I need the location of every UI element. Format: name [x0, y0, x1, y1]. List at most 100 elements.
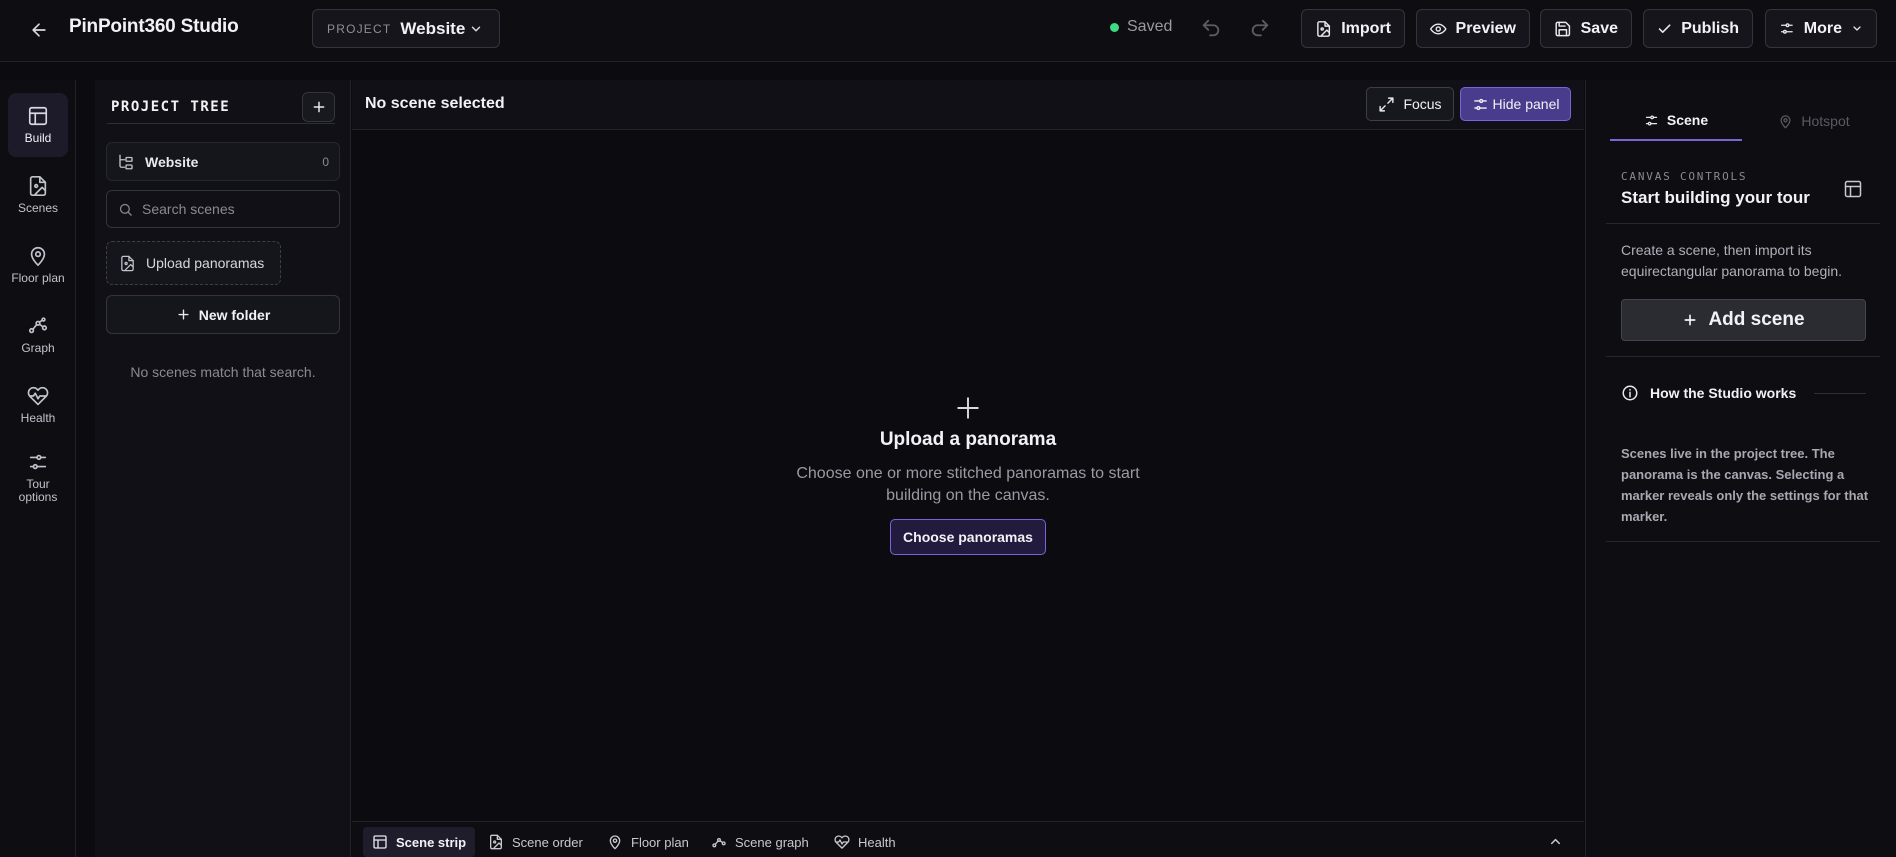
- bottom-bar: Scene strip Scene order Floor plan Scene…: [352, 821, 1584, 857]
- bottom-tab-label: Scene order: [512, 834, 583, 850]
- rail-item-graph[interactable]: Graph: [8, 303, 68, 367]
- folder-tree-icon: [119, 154, 133, 169]
- new-folder-label: New folder: [198, 306, 271, 323]
- chevron-down-icon: [471, 26, 481, 32]
- layout-icon: [373, 835, 387, 849]
- rail-item-scenes[interactable]: Scenes: [8, 163, 68, 227]
- bottom-tab-floor-plan[interactable]: Floor plan: [598, 827, 698, 857]
- rail-label-tour-options: Tour options: [18, 476, 58, 504]
- import-button[interactable]: Import: [1301, 9, 1405, 48]
- publish-button[interactable]: Publish: [1643, 9, 1753, 48]
- rail-item-build[interactable]: Build: [8, 93, 68, 157]
- plus-icon: [1684, 314, 1696, 326]
- chevron-down-icon: [1853, 26, 1861, 31]
- bottom-tab-label: Floor plan: [631, 834, 689, 850]
- undo-icon: [1202, 19, 1220, 37]
- divider: [1606, 223, 1880, 224]
- app-title: PinPoint360 Studio: [69, 16, 239, 37]
- new-folder-button[interactable]: New folder: [106, 295, 340, 334]
- empty-state-title: Upload a panorama: [879, 429, 1057, 450]
- tab-hotspot[interactable]: Hotspot: [1756, 101, 1872, 141]
- divider: [1606, 356, 1880, 357]
- bottom-tab-health[interactable]: Health: [825, 827, 905, 857]
- tree-empty-message: No scenes match that search.: [130, 364, 316, 380]
- rail-label-build: Build: [24, 131, 52, 145]
- map-pin-icon: [609, 835, 621, 850]
- preview-label: Preview: [1455, 19, 1516, 37]
- more-label: More: [1803, 19, 1842, 37]
- redo-icon: [1251, 19, 1269, 37]
- bottom-tab-label: Health: [858, 834, 896, 850]
- tab-scene[interactable]: Scene: [1610, 101, 1742, 141]
- sliders-icon: [1473, 98, 1487, 110]
- more-button[interactable]: More: [1765, 9, 1877, 48]
- image-file-icon: [121, 255, 134, 271]
- collapse-bottom-bar-button[interactable]: [1548, 834, 1563, 849]
- preview-button[interactable]: Preview: [1416, 9, 1530, 48]
- map-pin-icon: [30, 246, 46, 266]
- sliders-icon: [1645, 115, 1657, 125]
- publish-label: Publish: [1681, 19, 1739, 37]
- rail-item-floor-plan[interactable]: Floor plan: [8, 233, 68, 297]
- scene-search: [106, 190, 340, 228]
- layout-toggle-button[interactable]: [1843, 179, 1863, 199]
- rail-label-scenes: Scenes: [17, 201, 59, 215]
- add-scene-button[interactable]: Add scene: [1621, 299, 1866, 341]
- hide-panel-label: Hide panel: [1492, 96, 1560, 112]
- search-icon: [119, 203, 132, 216]
- rail-label-graph: Graph: [21, 341, 55, 355]
- project-tree-panel: PROJECT TREE Website 0 Upload panoramas …: [95, 80, 351, 857]
- choose-panoramas-button[interactable]: Choose panoramas: [890, 519, 1046, 555]
- section-description: Create a scene, then import its equirect…: [1621, 242, 1843, 279]
- image-file-icon: [1317, 20, 1331, 37]
- bottom-tab-scene-strip[interactable]: Scene strip: [363, 827, 476, 857]
- heart-pulse-icon: [27, 386, 49, 406]
- section-title: Start building your tour: [1621, 188, 1810, 207]
- redo-button[interactable]: [1249, 17, 1271, 39]
- tree-root-item[interactable]: Website 0: [106, 142, 340, 181]
- arrow-left-icon: [32, 23, 46, 37]
- save-button[interactable]: Save: [1540, 9, 1632, 48]
- canvas-empty-state: Upload a panorama Choose one or more sti…: [352, 395, 1584, 555]
- tab-hotspot-label: Hotspot: [1801, 113, 1850, 129]
- top-bar: PinPoint360 Studio PROJECT Website Saved…: [0, 0, 1896, 62]
- add-tree-item-button[interactable]: [302, 92, 335, 122]
- project-label: PROJECT: [327, 21, 392, 36]
- bottom-tab-scene-order[interactable]: Scene order: [479, 827, 592, 857]
- focus-button[interactable]: Focus: [1366, 87, 1454, 121]
- inspector-panel: Scene Hotspot CANVAS CONTROLS Start buil…: [1585, 80, 1896, 857]
- plus-icon: [313, 101, 324, 113]
- add-scene-label: Add scene: [1708, 309, 1805, 330]
- rail-label-health: Health: [20, 411, 56, 425]
- search-input[interactable]: [142, 201, 332, 217]
- divider: [1606, 541, 1880, 542]
- canvas-area[interactable]: Upload a panorama Choose one or more sti…: [352, 131, 1584, 821]
- rail-item-tour-options[interactable]: Tour options: [8, 445, 68, 509]
- how-it-works-toggle[interactable]: How the Studio works: [1621, 384, 1866, 402]
- tab-scene-label: Scene: [1666, 112, 1709, 128]
- tree-root-label: Website: [145, 153, 199, 170]
- focus-label: Focus: [1403, 96, 1442, 112]
- rail-item-health[interactable]: Health: [8, 373, 68, 437]
- map-pin-icon: [1780, 114, 1791, 128]
- import-label: Import: [1341, 19, 1391, 37]
- sliders-icon: [1780, 23, 1793, 34]
- bottom-tab-label: Scene strip: [396, 834, 467, 850]
- hide-panel-button[interactable]: Hide panel: [1460, 87, 1571, 121]
- info-icon: [1622, 385, 1638, 401]
- graph-icon: [712, 838, 726, 848]
- sliders-icon: [29, 454, 47, 469]
- layout-icon: [1844, 180, 1862, 198]
- project-select[interactable]: PROJECT Website: [312, 9, 500, 48]
- bottom-tab-scene-graph[interactable]: Scene graph: [702, 827, 818, 857]
- undo-button[interactable]: [1200, 17, 1222, 39]
- heart-pulse-icon: [834, 835, 850, 849]
- plus-icon: [178, 309, 189, 320]
- back-button[interactable]: [26, 17, 52, 43]
- divider: [107, 123, 335, 124]
- upload-panoramas-button[interactable]: Upload panoramas: [106, 241, 281, 285]
- save-status: Saved: [1110, 18, 1172, 36]
- save-status-label: Saved: [1127, 18, 1173, 35]
- layout-icon: [28, 106, 48, 126]
- how-it-works-title: How the Studio works: [1650, 385, 1797, 401]
